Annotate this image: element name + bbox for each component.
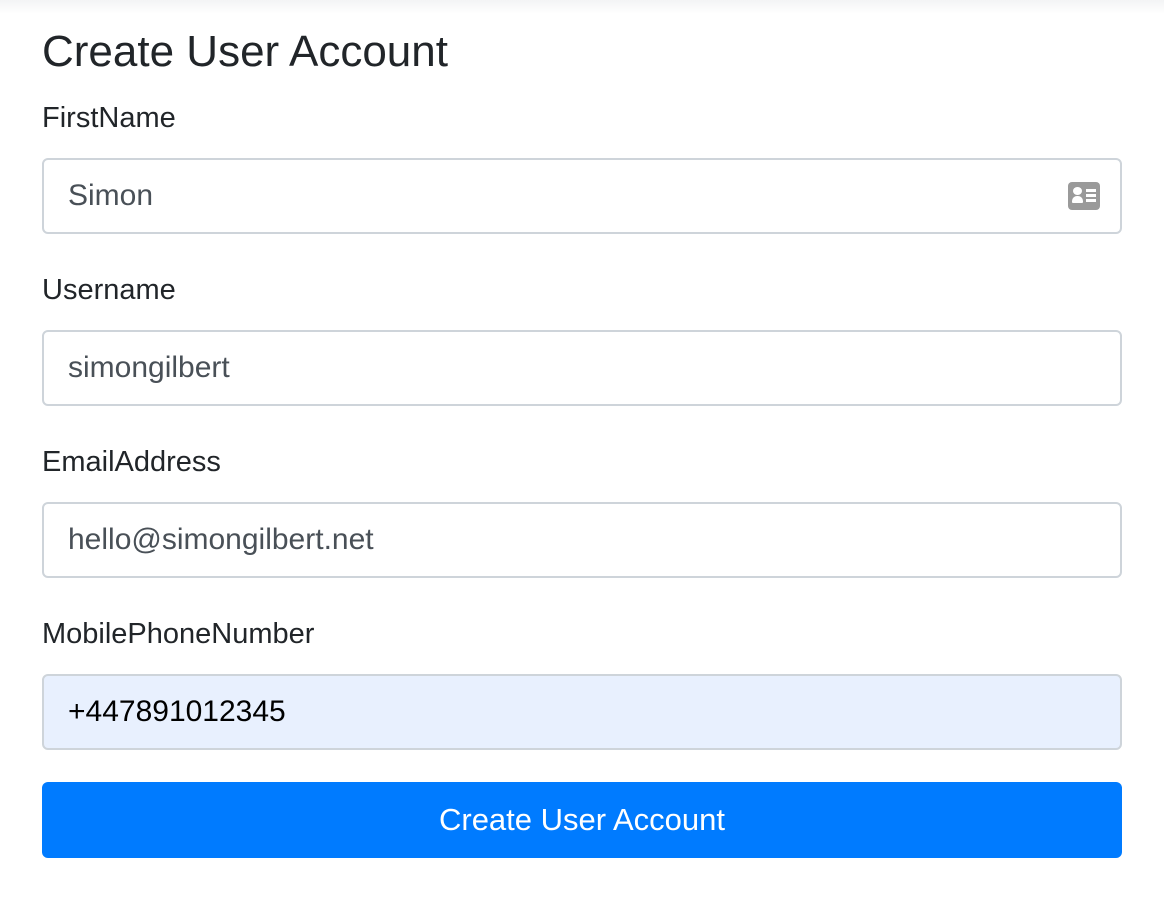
username-group: Username (42, 272, 1122, 406)
create-user-form: Create User Account FirstName Username E… (42, 24, 1122, 858)
first-name-wrapper (42, 158, 1122, 234)
contact-card-icon[interactable] (1068, 182, 1100, 210)
first-name-input[interactable] (42, 158, 1122, 234)
top-shadow-bar (0, 0, 1164, 14)
mobile-phone-input[interactable] (42, 674, 1122, 750)
email-label: EmailAddress (42, 446, 221, 478)
mobile-phone-label: MobilePhoneNumber (42, 618, 315, 650)
page-title: Create User Account (42, 27, 448, 76)
mobile-phone-group: MobilePhoneNumber (42, 616, 1122, 750)
contact-card-icon-body (1072, 196, 1083, 203)
contact-card-icon-line (1086, 199, 1096, 202)
contact-card-icon-head (1073, 187, 1082, 195)
first-name-label: FirstName (42, 102, 176, 134)
email-group: EmailAddress (42, 444, 1122, 578)
username-input[interactable] (42, 330, 1122, 406)
create-user-account-button[interactable]: Create User Account (42, 782, 1122, 858)
contact-card-icon-line (1086, 189, 1096, 192)
first-name-group: FirstName (42, 100, 1122, 234)
contact-card-icon-line (1086, 194, 1096, 197)
email-input[interactable] (42, 502, 1122, 578)
username-label: Username (42, 274, 176, 306)
